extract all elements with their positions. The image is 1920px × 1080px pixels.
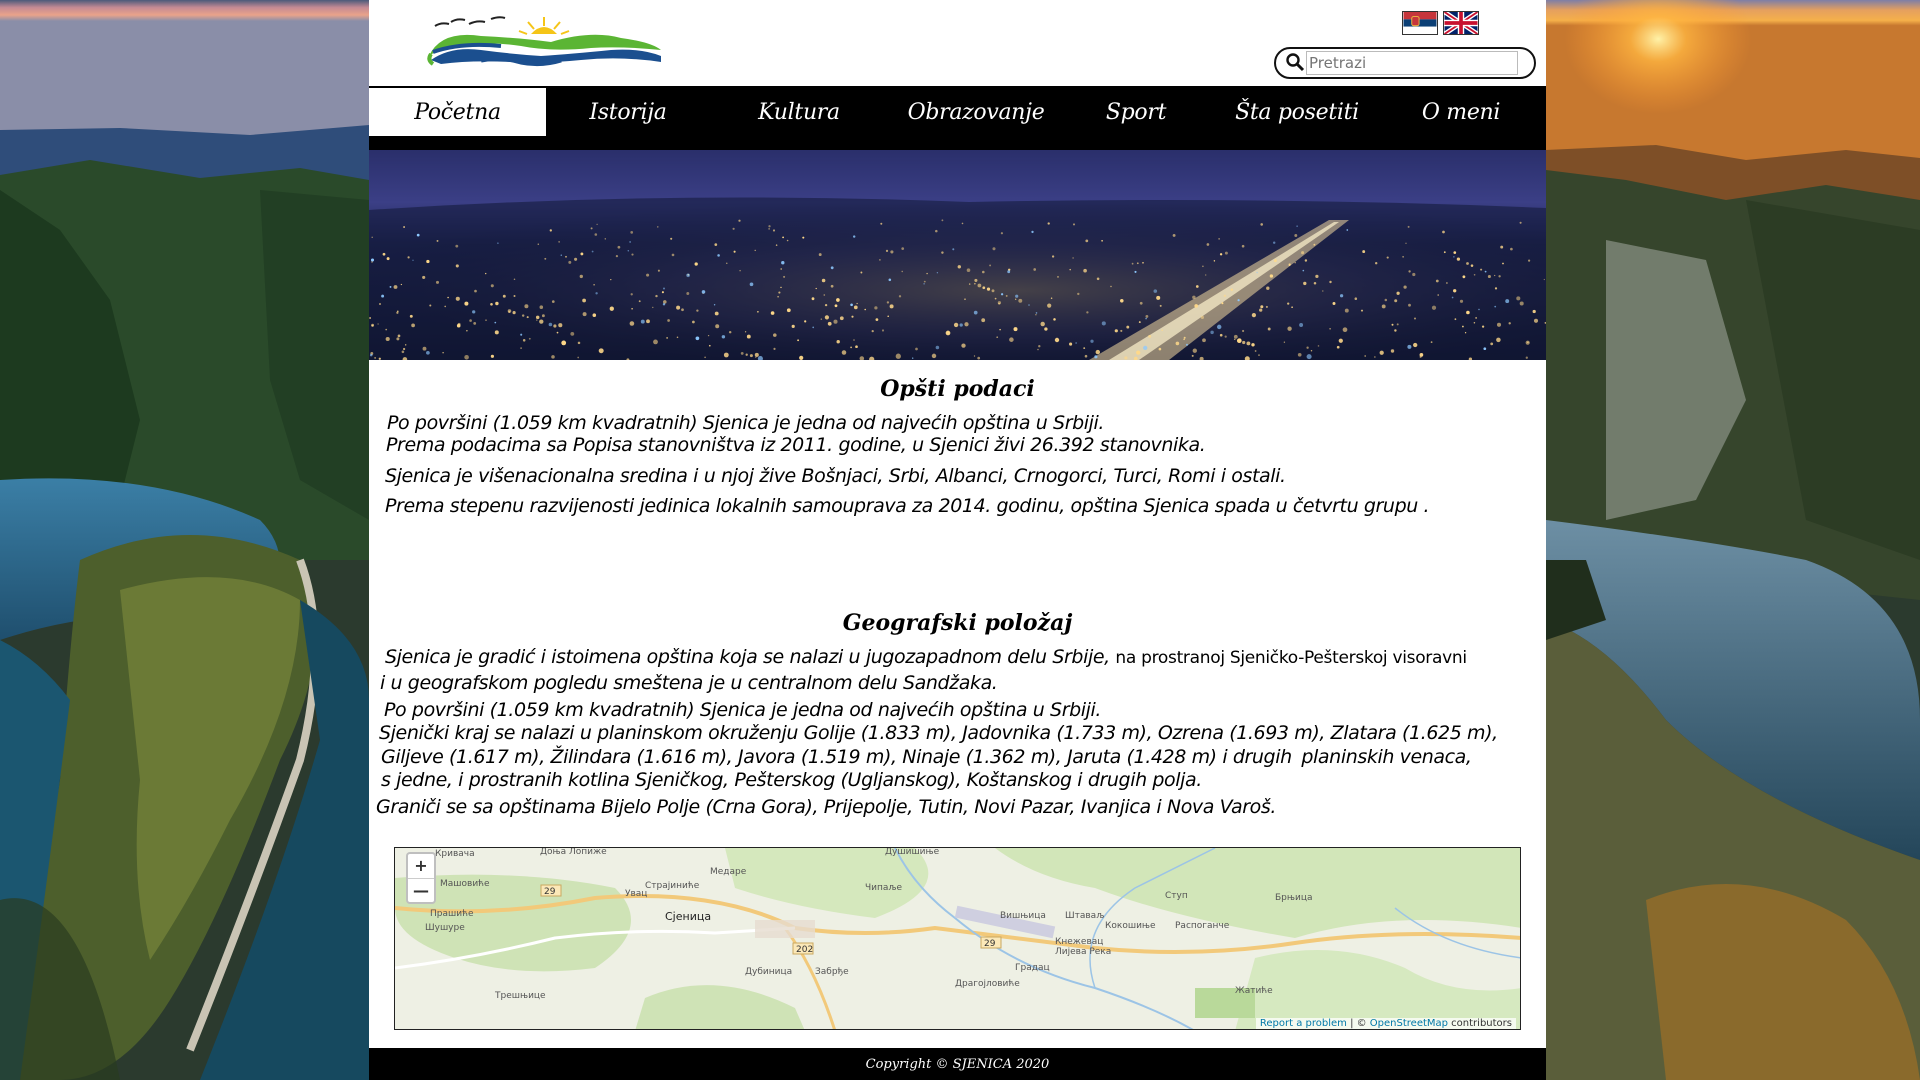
map-place-label: Лијева Река [1055,947,1111,957]
map-place-label: Ступ [1165,891,1188,901]
map-place-label: Штаваљ [1065,911,1104,921]
map-place-label: Увац [625,889,647,899]
map-zoom-out-button[interactable]: — [408,877,434,903]
uk-flag-icon[interactable] [1443,11,1479,35]
general-paragraph-2: Prema podacima sa Popisa stanovništva iz… [386,434,1206,456]
map-place-label: Чипаље [865,883,903,893]
map-place-label: Душишиње [885,848,940,857]
nav-item-istorija[interactable]: Istorija [546,88,710,136]
nav-item-sta-posetiti[interactable]: Šta posetiti [1208,88,1386,136]
map-road-number: 202 [796,945,813,955]
logo-hills-sun[interactable] [421,16,667,72]
section-title-general: Opšti podaci [880,376,1035,402]
map-place-label: Доња Лопиже [540,848,607,857]
map-place-label: Забрђе [815,967,849,977]
map-report-problem-link[interactable]: Report a problem [1260,1018,1347,1029]
footer: Copyright © SJENICA 2020 [369,1048,1546,1080]
map-widget[interactable]: Кривача Доња Лопиже Душишиње Страјиниће Меда… [394,847,1521,1030]
map-place-label: Сјеница [665,910,711,923]
geo-paragraph-7: Graniči se sa opštinama Bijelo Polje (Cr… [376,796,1277,818]
map-place-label: Страјиниће [645,881,700,891]
map-osm-link[interactable]: OpenStreetMap [1370,1018,1448,1029]
header [369,0,1546,86]
map-attribution-separator: | © [1346,1018,1370,1029]
search-box [1274,47,1536,79]
map-attribution: Report a problem | © OpenStreetMap contr… [1255,1018,1516,1029]
geo-paragraph-5: Giljeve (1.617 m), Žilindara (1.616 m), … [381,746,1472,768]
nav-item-o-meni[interactable]: O meni [1386,88,1536,136]
map-place-label: Кнежевац [1055,937,1103,947]
serbian-flag-icon[interactable] [1402,11,1438,35]
map-place-label: Кокошиње [1105,921,1156,931]
map-place-label: Вишњица [1000,911,1046,921]
geo-line1-main: Sjenica je gradić i istoimena opština ko… [385,646,1110,668]
map-road-number: 29 [984,939,996,949]
map-place-label: Машовиће [440,879,490,889]
map-zoom-control: + — [406,852,436,904]
map-place-label: Кривача [435,849,475,859]
search-icon[interactable] [1284,52,1306,74]
map-place-label: Градац [1015,963,1050,973]
main-nav: Početna Istorija Kultura Obrazovanje Spo… [369,86,1546,150]
map-place-label: Прашиће [430,909,474,919]
geo-paragraph-6: s jedne, i prostranih kotlina Sjeničkog,… [381,769,1202,791]
geo-line5-main: Giljeve (1.617 m), Žilindara (1.616 m), … [381,746,1292,768]
geo-paragraph-4: Sjenički kraj se nalazi u planinskom okr… [379,722,1498,744]
general-paragraph-4: Prema stepenu razvijenosti jedinica loka… [385,495,1430,517]
nav-item-obrazovanje[interactable]: Obrazovanje [888,88,1064,136]
background-landscape-right [1546,0,1920,1080]
geo-paragraph-2: i u geografskom pogledu smeštena je u ce… [380,672,998,694]
map-place-label: Шушуре [425,923,465,933]
map-place-label: Жатиће [1235,986,1273,996]
general-paragraph-3: Sjenica je višenacionalna sredina i u nj… [385,465,1286,487]
background-landscape-left [0,0,369,1080]
geo-line5-tail: planinskih venaca, [1301,746,1472,768]
map-zoom-in-button[interactable]: + [408,854,434,878]
map-attribution-tail: contributors [1448,1018,1512,1029]
geo-line1-small: na prostranoj Sjeničko-Pešterskoj visora… [1115,648,1467,668]
footer-copyright: Copyright © SJENICA 2020 [865,1056,1050,1072]
map-place-label: Брњица [1275,893,1312,903]
geo-paragraph-3: Po površini (1.059 km kvadratnih) Sjenic… [384,699,1102,721]
map-place-label: Медаре [710,867,747,877]
map-place-label: Драгојловиће [955,979,1020,989]
map-road-number: 29 [544,887,556,897]
geo-paragraph-1: Sjenica je gradić i istoimena opština ko… [385,646,1467,668]
map-place-label: Трешњице [494,991,546,1001]
page-container: Početna Istorija Kultura Obrazovanje Spo… [369,0,1546,1080]
nav-item-kultura[interactable]: Kultura [710,88,888,136]
nav-item-sport[interactable]: Sport [1064,88,1208,136]
nav-item-pocetna[interactable]: Početna [369,88,546,136]
language-flags [1402,11,1479,35]
section-title-geo: Geografski položaj [842,610,1073,636]
map-place-label: Распоганче [1175,921,1230,931]
map-place-label: Дубиница [745,967,792,977]
hero-city-night-image [369,150,1546,360]
general-paragraph-1: Po površini (1.059 km kvadratnih) Sjenic… [387,412,1105,434]
search-input[interactable] [1306,51,1518,75]
